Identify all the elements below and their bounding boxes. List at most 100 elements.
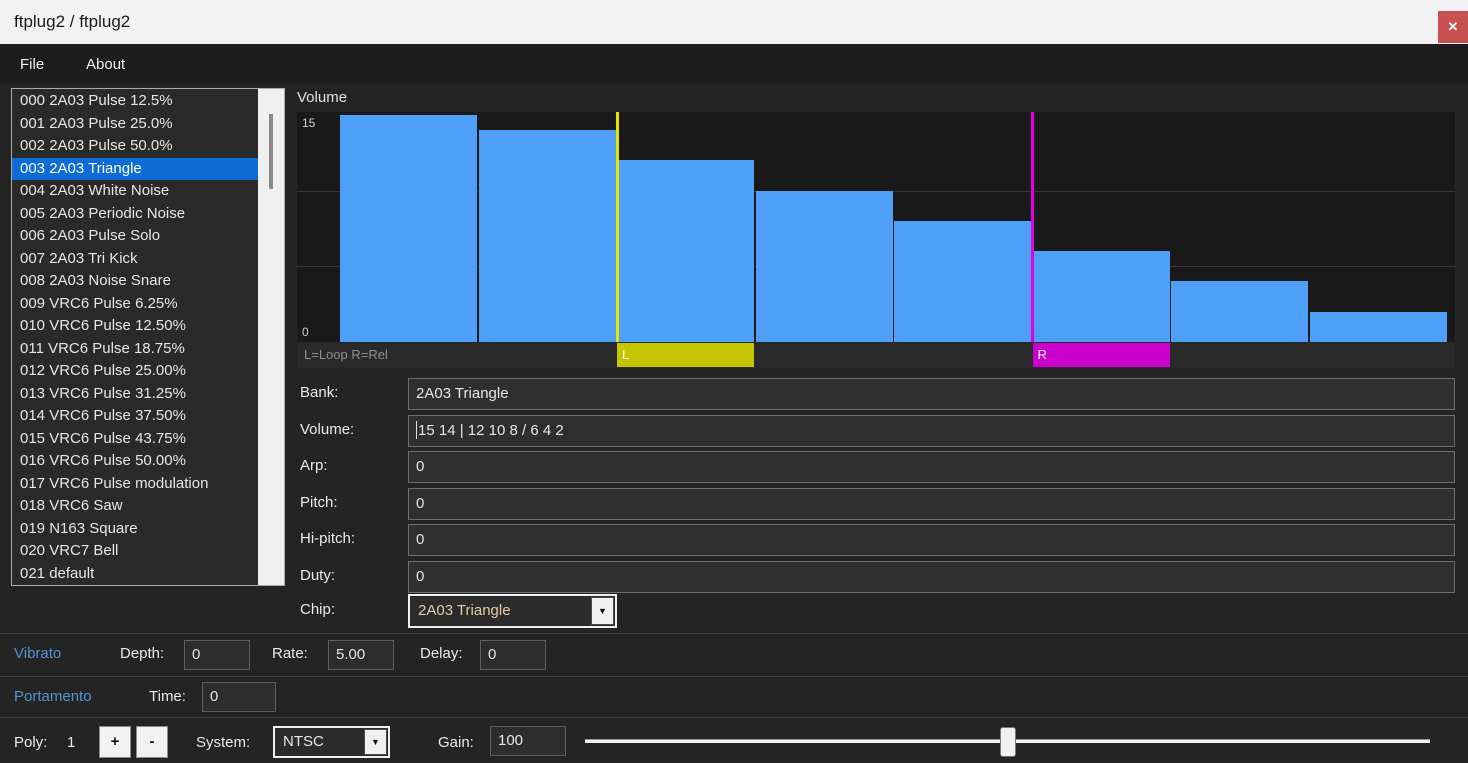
list-item[interactable]: 012 VRC6 Pulse 25.00% xyxy=(12,360,258,383)
field-input[interactable]: 15 14 | 12 10 8 / 6 4 2 xyxy=(408,414,1455,447)
vibrato-rate-label: Rate: xyxy=(272,645,308,662)
loop-marker-line[interactable] xyxy=(615,112,619,342)
poly-decrement-button[interactable]: - xyxy=(136,726,168,758)
field-label: Hi-pitch: xyxy=(300,530,356,547)
gain-slider-thumb[interactable] xyxy=(999,727,1016,757)
y-axis-max-label: 15 xyxy=(302,116,316,130)
list-scrollbar[interactable] xyxy=(258,89,284,585)
list-item[interactable]: 010 VRC6 Pulse 12.50% xyxy=(12,315,258,338)
portamento-time-input[interactable]: 0 xyxy=(202,682,276,712)
volume-bar[interactable] xyxy=(1032,251,1170,342)
chart-footer: L=Loop R=Rel L R xyxy=(297,342,1455,368)
list-item[interactable]: 016 VRC6 Pulse 50.00% xyxy=(12,450,258,473)
separator xyxy=(0,633,1468,634)
list-item[interactable]: 011 VRC6 Pulse 18.75% xyxy=(12,338,258,361)
list-scrollbar-thumb[interactable] xyxy=(269,114,273,189)
chip-dropdown-button[interactable]: ▼ xyxy=(591,597,614,625)
list-item[interactable]: 002 2A03 Pulse 50.0% xyxy=(12,135,258,158)
list-item[interactable]: 004 2A03 White Noise xyxy=(12,180,258,203)
volume-bar[interactable] xyxy=(1309,311,1447,342)
field-input[interactable]: 0 xyxy=(408,524,1455,556)
volume-bar[interactable] xyxy=(894,220,1031,342)
system-dropdown-value: NTSC xyxy=(283,733,324,750)
vibrato-depth-label: Depth: xyxy=(120,645,165,662)
instrument-list-items: 000 2A03 Pulse 12.5% 001 2A03 Pulse 25.0%… xyxy=(12,90,258,585)
form-row: Duty: 0 xyxy=(300,560,1455,593)
field-label: Duty: xyxy=(300,566,336,584)
poly-label: Poly: xyxy=(14,734,48,751)
list-item[interactable]: 001 2A03 Pulse 25.0% xyxy=(12,113,258,136)
window-title: ftplug2 / ftplug2 xyxy=(14,12,131,31)
list-item[interactable]: 020 VRC7 Bell xyxy=(12,540,258,563)
chevron-down-icon: ▼ xyxy=(598,606,607,616)
chevron-down-icon: ▼ xyxy=(371,737,380,747)
vibrato-depth-input[interactable]: 0 xyxy=(184,640,250,670)
gain-slider[interactable] xyxy=(585,727,1430,757)
gain-label: Gain: xyxy=(438,734,474,751)
field-input[interactable]: 0 xyxy=(408,560,1455,593)
field-input[interactable]: 2A03 Triangle xyxy=(408,378,1455,410)
vibrato-rate-input[interactable]: 5.00 xyxy=(328,640,394,670)
menu-about[interactable]: About xyxy=(86,44,125,85)
text-caret xyxy=(416,420,417,439)
volume-bar[interactable] xyxy=(755,190,893,342)
volume-bar[interactable] xyxy=(478,130,616,342)
list-item[interactable]: 021 default xyxy=(12,563,258,586)
separator xyxy=(0,717,1468,718)
form-row: Volume: 15 14 | 12 10 8 / 6 4 2 xyxy=(300,414,1455,447)
gain-input[interactable]: 100 xyxy=(490,726,566,756)
list-item[interactable]: 006 2A03 Pulse Solo xyxy=(12,225,258,248)
system-dropdown[interactable]: NTSC ▼ xyxy=(273,726,390,758)
volume-bar[interactable] xyxy=(1171,281,1308,342)
vibrato-section-label: Vibrato xyxy=(14,645,62,662)
field-input[interactable]: 0 xyxy=(408,487,1455,520)
list-item[interactable]: 014 VRC6 Pulse 37.50% xyxy=(12,405,258,428)
menu-bar: File About xyxy=(0,44,1468,85)
list-item[interactable]: 000 2A03 Pulse 12.5% xyxy=(12,90,258,113)
vibrato-delay-input[interactable]: 0 xyxy=(480,640,546,670)
release-marker-line[interactable] xyxy=(1031,112,1034,342)
volume-plot[interactable]: 15 0 xyxy=(297,112,1455,342)
field-label: Bank: xyxy=(300,384,339,401)
chip-dropdown-value: 2A03 Triangle xyxy=(418,602,511,619)
instrument-listbox: 000 2A03 Pulse 12.5% 001 2A03 Pulse 25.0%… xyxy=(11,88,285,586)
release-marker[interactable]: R xyxy=(1032,343,1170,367)
list-item[interactable]: 003 2A03 Triangle xyxy=(12,157,258,180)
portamento-time-label: Time: xyxy=(149,688,186,705)
volume-bar[interactable] xyxy=(340,115,477,342)
chip-dropdown[interactable]: 2A03 Triangle ▼ xyxy=(408,594,617,628)
field-label: Arp: xyxy=(300,457,328,474)
chart-legend: L=Loop R=Rel xyxy=(304,347,388,362)
separator xyxy=(0,676,1468,677)
poly-increment-button[interactable]: + xyxy=(99,726,131,758)
close-button[interactable]: ✕ xyxy=(1438,11,1468,43)
list-item[interactable]: 013 VRC6 Pulse 31.25% xyxy=(12,383,258,406)
list-item[interactable]: 018 VRC6 Saw xyxy=(12,495,258,518)
vibrato-delay-label: Delay: xyxy=(420,645,463,662)
poly-value: 1 xyxy=(67,734,76,751)
field-label: Volume: xyxy=(300,420,355,438)
close-icon: ✕ xyxy=(1447,19,1459,34)
list-item[interactable]: 019 N163 Square xyxy=(12,518,258,541)
list-item[interactable]: 017 VRC6 Pulse modulation xyxy=(12,473,258,496)
form-row: Pitch: 0 xyxy=(300,487,1455,520)
chart-title: Volume xyxy=(297,89,348,106)
title-bar: ftplug2 / ftplug2 ✕ xyxy=(0,0,1468,44)
list-item[interactable]: 007 2A03 Tri Kick xyxy=(12,248,258,271)
system-dropdown-button[interactable]: ▼ xyxy=(364,729,387,755)
loop-marker[interactable]: L xyxy=(617,343,754,367)
system-label: System: xyxy=(196,734,251,751)
menu-file[interactable]: File xyxy=(20,44,44,85)
list-item[interactable]: 008 2A03 Noise Snare xyxy=(12,270,258,293)
form-row: Hi-pitch: 0 xyxy=(300,524,1455,556)
list-item[interactable]: 009 VRC6 Pulse 6.25% xyxy=(12,293,258,316)
form-row: Bank: 2A03 Triangle xyxy=(300,378,1455,410)
chip-label: Chip: xyxy=(300,601,336,618)
volume-bar[interactable] xyxy=(617,160,754,342)
form-rows: Bank: 2A03 Triangle Volume: 15 14 | 12 10 8… xyxy=(300,378,1455,598)
field-label: Pitch: xyxy=(300,493,338,511)
list-item[interactable]: 005 2A03 Periodic Noise xyxy=(12,203,258,226)
y-axis-min-label: 0 xyxy=(302,325,309,339)
list-item[interactable]: 015 VRC6 Pulse 43.75% xyxy=(12,428,258,451)
field-input[interactable]: 0 xyxy=(408,451,1455,483)
